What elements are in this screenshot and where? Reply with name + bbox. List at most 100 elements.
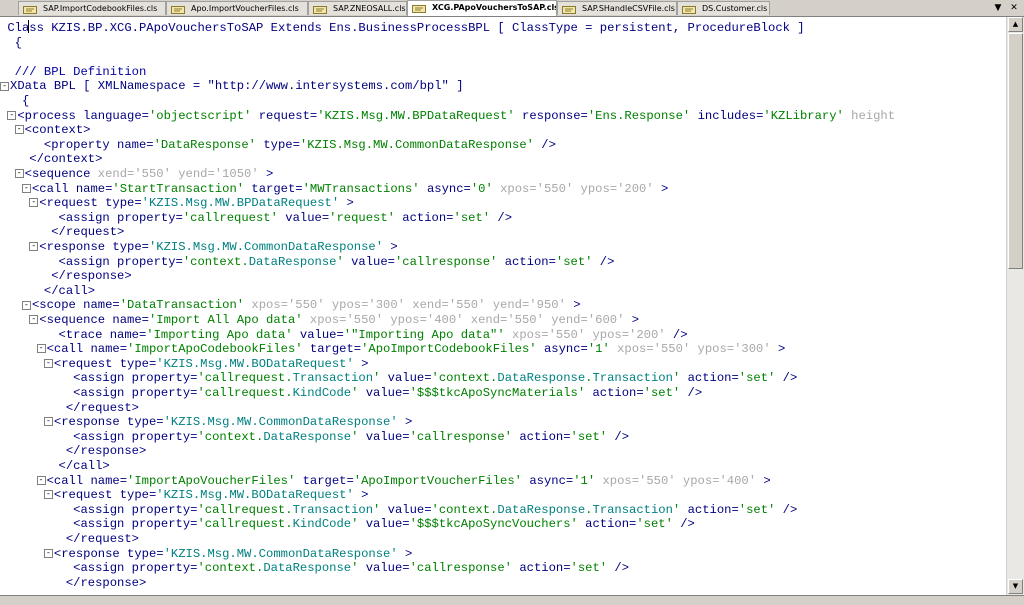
code-token: 'KZIS.Msg.MW.BPDataRequest' bbox=[317, 108, 523, 123]
fold-toggle-icon[interactable]: - bbox=[36, 344, 46, 354]
fold-toggle-icon[interactable]: - bbox=[29, 242, 39, 252]
code-line[interactable]: - <call name='ImportApoCodebookFiles' tar… bbox=[0, 342, 785, 357]
code-line[interactable]: <assign property='callrequest' value='re… bbox=[0, 210, 513, 226]
fold-toggle-icon[interactable]: - bbox=[29, 315, 39, 325]
code-line[interactable]: </call> bbox=[0, 284, 95, 299]
fold-toggle-icon[interactable]: - bbox=[43, 548, 53, 558]
code-line[interactable]: <assign property='context.DataResponse' … bbox=[0, 255, 615, 270]
code-token: <assign bbox=[73, 502, 132, 517]
code-line[interactable]: - <request type='KZIS.Msg.MW.BPDataReques… bbox=[0, 196, 354, 211]
code-token: 'context. bbox=[431, 371, 498, 386]
code-token: [ bbox=[83, 79, 98, 94]
code-line[interactable]: - <response type='KZIS.Msg.MW.CommonDataR… bbox=[0, 415, 412, 430]
code-line[interactable]: </request> bbox=[0, 225, 124, 240]
code-line[interactable]: - <request type='KZIS.Msg.MW.BODataReques… bbox=[0, 488, 368, 503]
code-line[interactable]: <assign property='callrequest.KindCode' … bbox=[0, 386, 702, 401]
code-token: '"Importing Apo data"' bbox=[343, 327, 512, 342]
code-line[interactable]: - <process language='objectscript' reques… bbox=[0, 109, 895, 124]
code-token: persistent, ProcedureBlock bbox=[599, 21, 798, 35]
editor-tab-bar: SAP.ImportCodebookFiles.cls Apo.ImportVo… bbox=[0, 0, 1024, 17]
code-line[interactable]: - <context> bbox=[0, 123, 90, 138]
code-token: <assign bbox=[73, 517, 132, 532]
code-line[interactable]: - <scope name='DataTransaction' xpos='550… bbox=[0, 298, 581, 313]
code-line[interactable]: - XData BPL [ XMLNamespace = "http://www.… bbox=[0, 79, 464, 94]
code-token: async= bbox=[529, 473, 574, 488]
code-line[interactable]: <assign property='callrequest.Transactio… bbox=[0, 371, 797, 386]
vertical-scrollbar[interactable]: ▲ ▼ bbox=[1006, 17, 1024, 595]
code-line[interactable] bbox=[0, 50, 7, 65]
code-line[interactable]: </response> bbox=[0, 444, 146, 459]
code-token: { bbox=[21, 94, 30, 108]
code-line[interactable]: Class KZIS.BP.XCG.PApoVouchersToSAP Exte… bbox=[0, 21, 804, 36]
fold-toggle-icon[interactable]: - bbox=[29, 198, 39, 208]
code-token: Extends bbox=[270, 21, 330, 35]
code-token: ' bbox=[672, 371, 688, 386]
code-token: xpos='550' ypos='300' xend='550' yend='9… bbox=[251, 298, 574, 313]
code-line[interactable]: /// BPL Definition bbox=[0, 65, 147, 80]
code-line[interactable]: - <call name='StartTransaction' target='M… bbox=[0, 182, 668, 197]
code-token: > bbox=[778, 342, 786, 357]
code-token: <sequence bbox=[24, 167, 98, 181]
fold-toggle-icon[interactable]: - bbox=[14, 169, 24, 179]
tab-sap-zneosall[interactable]: SAP.ZNEOSALL.cls bbox=[308, 1, 407, 15]
code-token: </request> bbox=[65, 400, 139, 415]
code-line[interactable]: <trace name='Importing Apo data' value='… bbox=[0, 328, 688, 343]
code-line[interactable]: </request> bbox=[0, 532, 139, 547]
fold-toggle-icon[interactable]: - bbox=[21, 300, 31, 310]
scroll-thumb[interactable] bbox=[1008, 33, 1023, 269]
code-line[interactable]: </response> bbox=[0, 576, 146, 591]
fold-toggle-icon[interactable]: - bbox=[43, 359, 53, 369]
code-line[interactable]: - <call name='ImportApoVoucherFiles' targ… bbox=[0, 474, 771, 489]
code-line[interactable]: <assign property='callrequest.Transactio… bbox=[0, 503, 797, 518]
chevron-down-icon[interactable]: ▼ bbox=[992, 2, 1004, 14]
code-token: 'KZIS.Msg.MW.CommonDataResponse' bbox=[163, 546, 405, 561]
code-token: 'set' bbox=[453, 210, 498, 225]
close-icon[interactable]: ✕ bbox=[1008, 2, 1020, 14]
fold-toggle-icon[interactable]: - bbox=[36, 475, 46, 485]
code-token: <assign bbox=[73, 386, 132, 400]
code-line[interactable]: - <response type='KZIS.Msg.MW.CommonDataR… bbox=[0, 547, 412, 562]
code-token: 'callrequest' bbox=[182, 210, 286, 225]
class-file-icon bbox=[313, 5, 327, 14]
code-token: /> bbox=[614, 429, 630, 444]
code-line[interactable]: - <sequence name='Import All Apo data' xp… bbox=[0, 313, 639, 328]
code-line[interactable]: </response> bbox=[0, 269, 131, 284]
fold-toggle-icon[interactable]: - bbox=[43, 417, 53, 427]
code-line[interactable]: <assign property='callrequest.KindCode' … bbox=[0, 517, 695, 532]
code-area[interactable]: Class KZIS.BP.XCG.PApoVouchersToSAP Exte… bbox=[0, 17, 1005, 595]
fold-toggle-icon[interactable]: - bbox=[43, 490, 53, 500]
code-line[interactable]: <property name='DataResponse' type='KZIS… bbox=[0, 138, 556, 153]
code-line[interactable]: </call> bbox=[0, 459, 110, 474]
code-line[interactable]: </context> bbox=[0, 152, 102, 167]
tab-sap-shandlecsvfile[interactable]: SAP.SHandleCSVFile.cls bbox=[557, 1, 677, 15]
fold-toggle-icon[interactable]: - bbox=[14, 125, 24, 135]
code-line[interactable]: - <sequence xend='550' yend='1050' > bbox=[0, 167, 273, 182]
code-line[interactable]: { bbox=[0, 36, 22, 51]
code-token: Transaction bbox=[292, 502, 374, 517]
code-token: KindCode bbox=[292, 386, 352, 400]
code-token: async= bbox=[426, 181, 471, 196]
code-line[interactable]: { bbox=[0, 94, 29, 109]
code-token: action= bbox=[585, 517, 637, 532]
code-line[interactable]: - <response type='KZIS.Msg.MW.CommonDataR… bbox=[0, 240, 398, 255]
tab-ds-customer[interactable]: DS.Customer.cls bbox=[677, 1, 770, 15]
code-line[interactable]: </request> bbox=[0, 401, 139, 416]
tab-sap-importcodebookfiles[interactable]: SAP.ImportCodebookFiles.cls bbox=[18, 1, 166, 15]
fold-toggle-icon[interactable]: - bbox=[21, 183, 31, 193]
code-token: [ bbox=[497, 21, 513, 35]
scroll-down-button[interactable]: ▼ bbox=[1008, 579, 1023, 594]
code-line[interactable]: - <request type='KZIS.Msg.MW.BODataReques… bbox=[0, 357, 368, 372]
code-token: </request> bbox=[51, 225, 125, 240]
fold-toggle-icon[interactable]: - bbox=[7, 110, 17, 120]
fold-toggle-icon[interactable]: - bbox=[0, 81, 9, 91]
code-line[interactable]: <assign property='context.DataResponse' … bbox=[0, 430, 629, 445]
code-token: DataResponse bbox=[263, 429, 352, 444]
code-line[interactable]: <assign property='context.DataResponse' … bbox=[0, 561, 629, 576]
tab-apo-importvoucherfiles[interactable]: Apo.ImportVoucherFiles.cls bbox=[166, 1, 308, 15]
code-editor[interactable]: Class KZIS.BP.XCG.PApoVouchersToSAP Exte… bbox=[0, 17, 1024, 595]
scroll-up-button[interactable]: ▲ bbox=[1008, 17, 1023, 32]
tab-xcg-papovoucherstosap[interactable]: XCG.PApoVouchersToSAP.cls bbox=[407, 0, 557, 16]
